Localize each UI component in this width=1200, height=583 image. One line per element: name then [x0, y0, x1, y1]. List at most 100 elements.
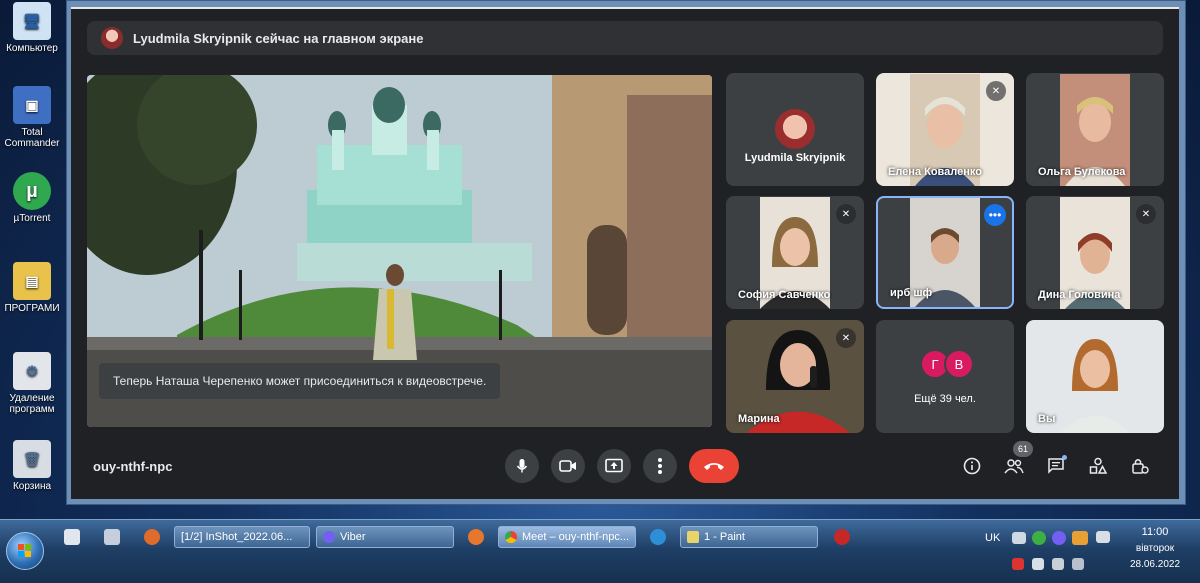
- activities-button[interactable]: [1085, 453, 1111, 479]
- participant-name: Елена Коваленко: [888, 166, 982, 178]
- desktop-icon-label: Корзина: [12, 481, 52, 492]
- tray-device-icon[interactable]: [1072, 558, 1084, 570]
- chat-unread-dot: [1062, 455, 1067, 460]
- info-icon: [963, 457, 981, 475]
- main-video: Теперь Наташа Черепенко может присоедини…: [87, 75, 712, 427]
- self-name: Вы: [1038, 413, 1056, 425]
- utorrent-icon: µ: [13, 172, 51, 210]
- participant-name: София Савченко: [738, 289, 831, 301]
- recycle-bin-icon: 🗑: [13, 440, 51, 478]
- task-label: Viber: [340, 531, 366, 543]
- participant-tile[interactable]: Lyudmila Skryipnik: [726, 73, 864, 186]
- windows-logo-icon: [18, 544, 31, 557]
- meeting-code: ouy-nthf-npc: [93, 459, 173, 474]
- desktop-icon-uninstall[interactable]: ⚙ Удаление программ: [0, 352, 64, 415]
- quick-launch-document-icon[interactable]: [64, 529, 80, 545]
- more-participants-tile[interactable]: Г В Ещё 39 чел.: [876, 320, 1014, 433]
- participant-name: Дина Головина: [1038, 289, 1121, 301]
- quick-launch-settings-icon[interactable]: [144, 529, 160, 545]
- browser-window: Lyudmila Skryipnik сейчас на главном экр…: [66, 0, 1186, 505]
- opera-icon[interactable]: [834, 529, 850, 545]
- host-controls-icon: [1132, 459, 1149, 474]
- volume-icon[interactable]: [1032, 558, 1044, 570]
- join-notification: Теперь Наташа Черепенко может присоедини…: [99, 363, 501, 399]
- camera-icon: [559, 460, 576, 472]
- presenting-banner: Lyudmila Skryipnik сейчас на главном экр…: [87, 21, 1163, 55]
- chrome-icon: [505, 531, 517, 543]
- firefox-icon[interactable]: [468, 529, 484, 545]
- desktop-icon-label: µTorrent: [13, 213, 51, 224]
- presenter-avatar: [101, 27, 123, 49]
- tray-flag-icon[interactable]: [1052, 558, 1064, 570]
- muted-mic-icon: ✕: [836, 328, 856, 348]
- desktop-icon-label: Удаление программ: [9, 393, 55, 415]
- viber-icon: [323, 531, 335, 543]
- network-icon[interactable]: [1012, 532, 1026, 544]
- chat-button[interactable]: [1043, 453, 1069, 479]
- more-options-button[interactable]: [643, 449, 677, 483]
- tray-monitor-icon[interactable]: [1096, 531, 1110, 543]
- participant-tile-speaking[interactable]: ••• ирб шф: [876, 196, 1014, 309]
- participant-name: Ольга Булекова: [1038, 166, 1126, 178]
- end-call-button[interactable]: [689, 449, 739, 483]
- desktop-icon-computer[interactable]: 🖥 Компьютер: [0, 2, 64, 54]
- desktop-icon-label: ПРОГРАМИ: [4, 303, 60, 314]
- desktop-icon-programs[interactable]: ▤ ПРОГРАМИ: [0, 262, 64, 314]
- info-button[interactable]: [959, 453, 985, 479]
- people-icon: [1004, 459, 1024, 474]
- taskbar: [1/2] InShot_2022.06... Viber Meet – ouy…: [0, 519, 1200, 583]
- task-viber[interactable]: Viber: [316, 526, 454, 548]
- end-call-icon: [704, 463, 724, 470]
- more-participants-label: Ещё 39 чел.: [914, 393, 976, 405]
- muted-mic-icon: ✕: [836, 204, 856, 224]
- participant-tile[interactable]: ✕ София Савченко: [726, 196, 864, 309]
- presenting-banner-text: Lyudmila Skryipnik сейчас на главном экр…: [133, 30, 424, 46]
- people-count-badge: 61: [1013, 441, 1033, 457]
- muted-mic-icon: ✕: [986, 81, 1006, 101]
- participant-tile[interactable]: ✕ Елена Коваленко: [876, 73, 1014, 186]
- self-video: [1060, 321, 1130, 433]
- desktop-icon-utorrent[interactable]: µ µTorrent: [0, 172, 64, 224]
- meet-app: Lyudmila Skryipnik сейчас на главном экр…: [71, 7, 1179, 499]
- present-screen-icon: [605, 458, 623, 473]
- participant-name: Lyudmila Skryipnik: [744, 152, 846, 164]
- clock[interactable]: 11:00 вівторок 28.06.2022: [1122, 526, 1188, 570]
- computer-icon: 🖥: [13, 2, 51, 40]
- more-options-icon: [658, 458, 662, 474]
- folder-icon: ▤: [13, 262, 51, 300]
- desktop-icon-label: Компьютер: [6, 43, 58, 54]
- more-options-icon[interactable]: •••: [984, 204, 1006, 226]
- task-label: Meet – ouy-nthf-npc...: [522, 531, 629, 543]
- uninstall-icon: ⚙: [13, 352, 51, 390]
- participant-tile[interactable]: ✕ Дина Головина: [1026, 196, 1164, 309]
- present-button[interactable]: [597, 449, 631, 483]
- task-meet-chrome[interactable]: Meet – ouy-nthf-npc...: [498, 526, 636, 548]
- microphone-icon: [516, 459, 528, 473]
- task-label: 1 - Paint: [704, 531, 745, 543]
- host-controls-button[interactable]: [1127, 453, 1153, 479]
- clock-date: 28.06.2022: [1129, 559, 1181, 570]
- tray-check-icon[interactable]: [1032, 531, 1046, 545]
- tray-app-icon[interactable]: [1072, 531, 1088, 545]
- clock-time: 11:00: [1141, 526, 1169, 538]
- tray-viber-icon[interactable]: [1052, 531, 1066, 545]
- task-label: [1/2] InShot_2022.06...: [181, 531, 293, 543]
- quick-launch-printer-icon[interactable]: [104, 529, 120, 545]
- task-inshot[interactable]: [1/2] InShot_2022.06...: [174, 526, 310, 548]
- clock-weekday: вівторок: [1135, 543, 1175, 554]
- language-indicator[interactable]: UK: [985, 532, 1000, 544]
- desktop-icon-recycle-bin[interactable]: 🗑 Корзина: [0, 440, 64, 492]
- participant-tile[interactable]: Ольга Булекова: [1026, 73, 1164, 186]
- microphone-button[interactable]: [505, 449, 539, 483]
- start-button[interactable]: [6, 532, 44, 570]
- participant-tile[interactable]: ✕ Марина: [726, 320, 864, 433]
- self-view-tile[interactable]: Вы: [1026, 320, 1164, 433]
- task-paint[interactable]: 1 - Paint: [680, 526, 818, 548]
- tray-red-icon[interactable]: [1012, 558, 1024, 570]
- telegram-icon[interactable]: [650, 529, 666, 545]
- desktop-icon-total-commander[interactable]: ▣ Total Commander: [0, 86, 64, 149]
- participant-avatar: [775, 109, 815, 149]
- floppy-disk-icon: ▣: [13, 86, 51, 124]
- camera-button[interactable]: [551, 449, 585, 483]
- participant-name: Марина: [738, 413, 780, 425]
